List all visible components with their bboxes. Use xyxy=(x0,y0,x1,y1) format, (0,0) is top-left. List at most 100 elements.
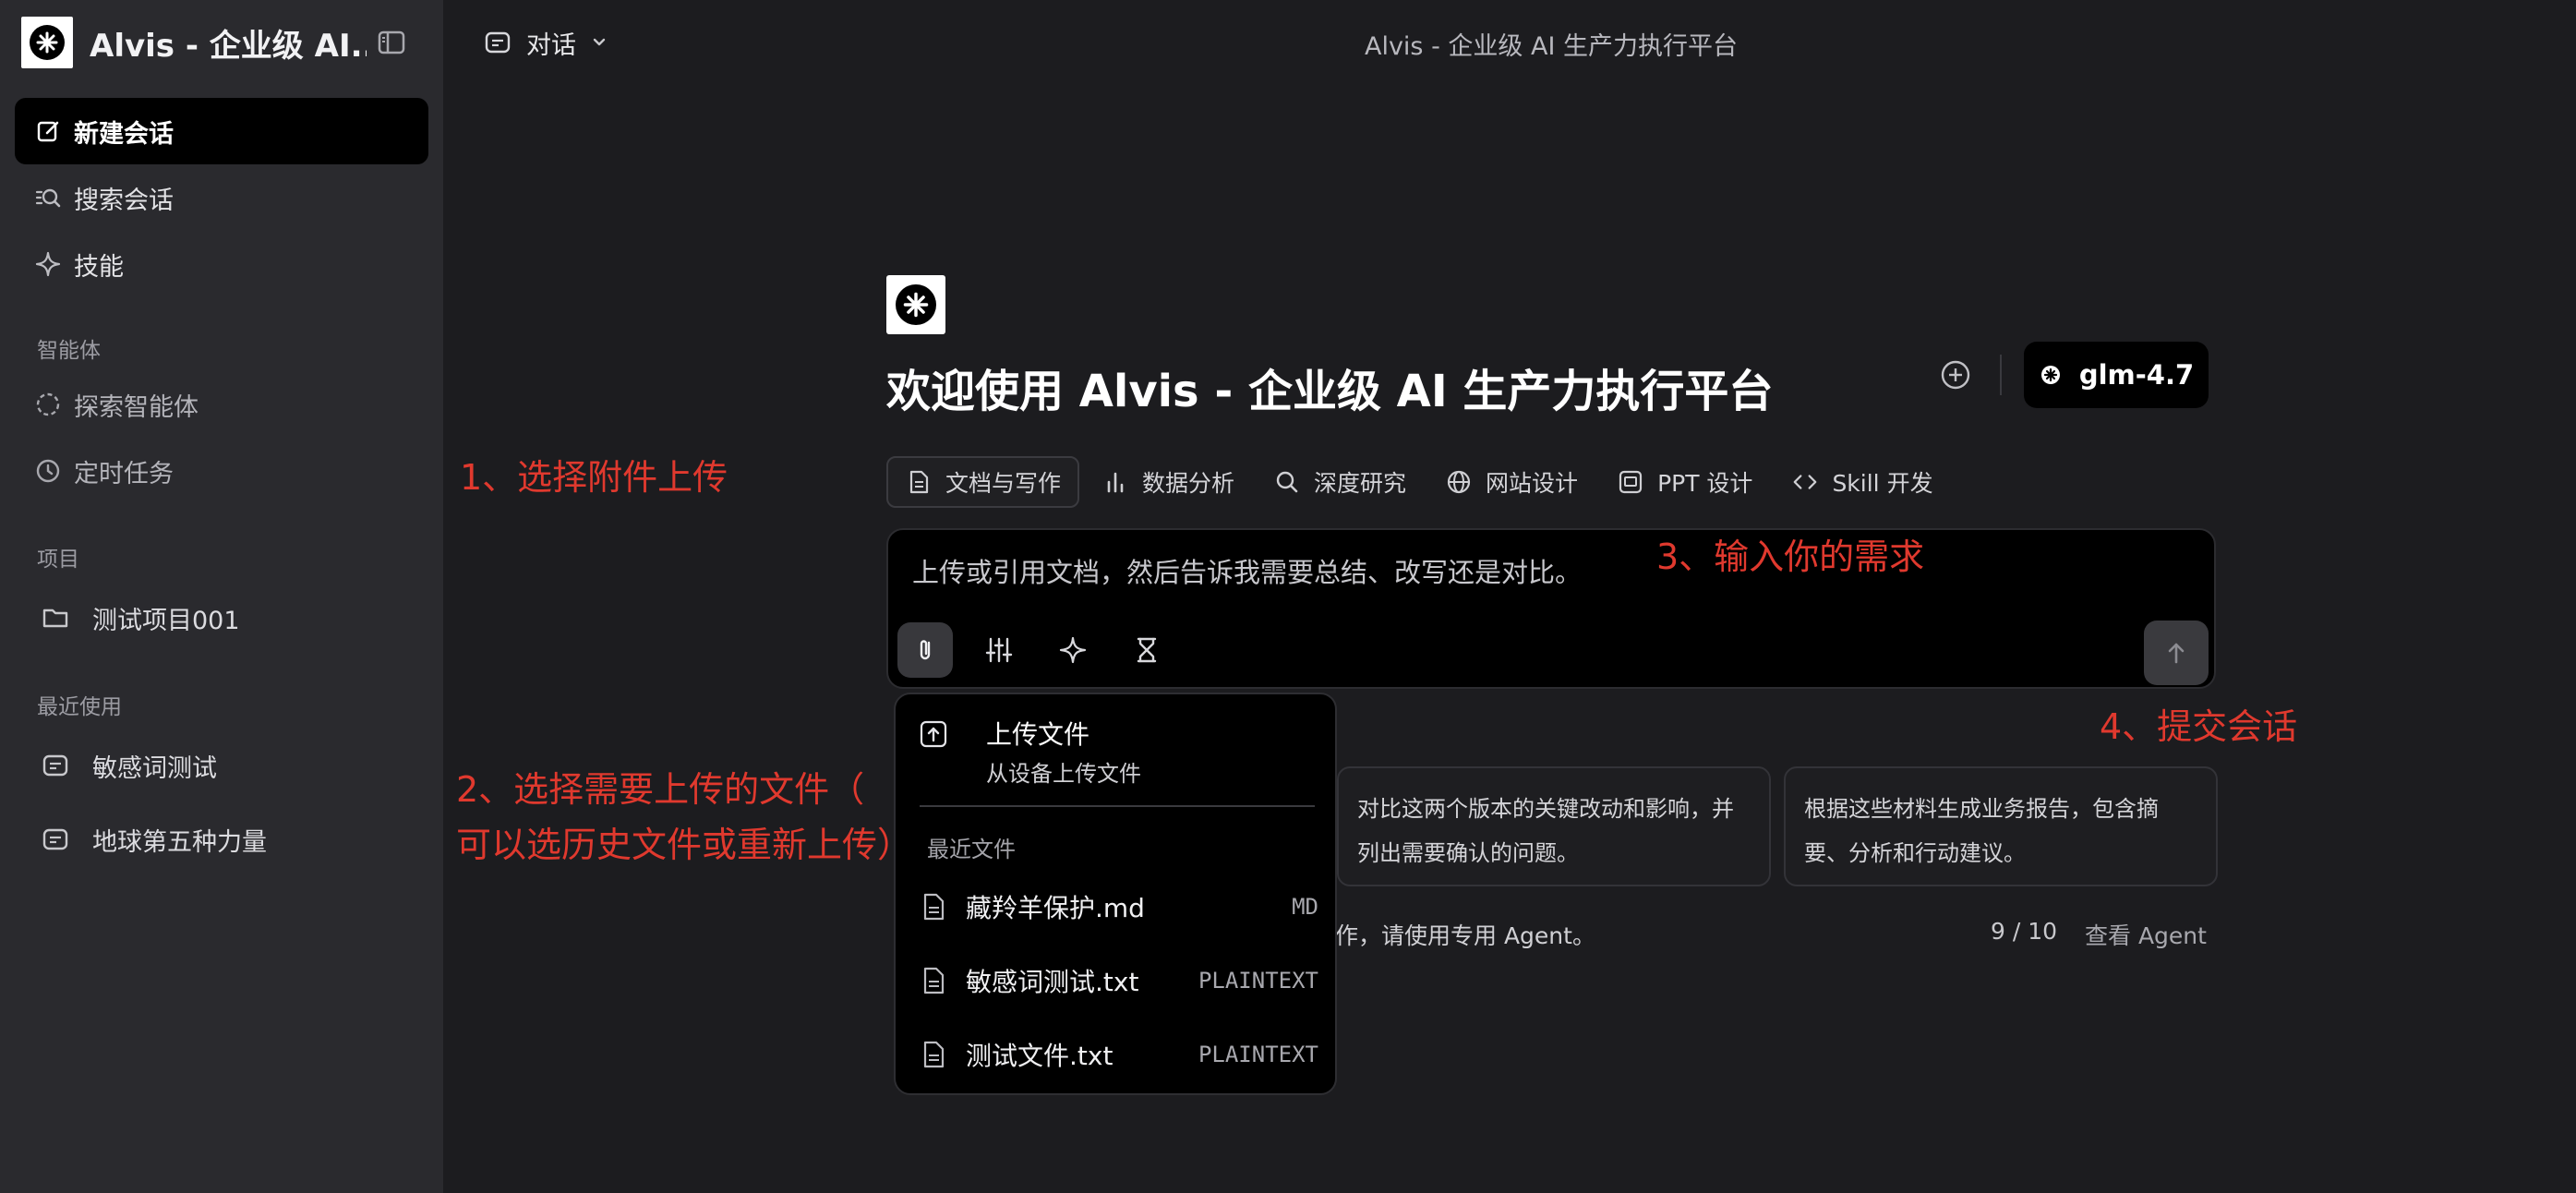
chip-label: PPT 设计 xyxy=(1657,470,1753,497)
recent-label: 地球第五种力量 xyxy=(92,827,267,857)
annotation-step3: 3、输入你的需求 xyxy=(1656,536,1925,577)
sparkle-icon xyxy=(33,249,63,279)
file-icon xyxy=(918,1039,949,1070)
folder-icon xyxy=(39,601,72,634)
settings-sliders-button[interactable] xyxy=(971,622,1027,678)
upload-file-option[interactable]: 上传文件 从设备上传文件 xyxy=(918,715,1315,789)
hourglass-icon xyxy=(1137,637,1157,663)
agent-counter: 9 / 10 xyxy=(1991,918,2058,945)
explore-agents-button[interactable]: 探索智能体 xyxy=(15,371,428,438)
sidebar: Alvis - 企业级 AI... 新建会话 搜索会话 技能 智能体 探索智能体… xyxy=(0,0,443,1193)
suggestion-card[interactable]: 对比这两个版本的关键改动和影响，并列出需要确认的问题。 xyxy=(1337,766,1771,886)
skills-label: 技能 xyxy=(74,252,124,282)
upload-file-subtitle: 从设备上传文件 xyxy=(986,761,1141,787)
globe-icon xyxy=(1445,468,1473,496)
new-chat-label: 新建会话 xyxy=(74,119,174,149)
paperclip-icon xyxy=(920,640,931,660)
document-icon xyxy=(905,468,933,496)
sidebar-recent-item[interactable]: 敏感词测试 xyxy=(24,735,428,796)
prompt-input[interactable] xyxy=(912,554,1743,591)
chip-docs-writing[interactable]: 文档与写作 xyxy=(886,456,1080,508)
welcome-heading: 欢迎使用 Alvis - 企业级 AI 生产力执行平台 xyxy=(886,366,1774,417)
add-circle-icon[interactable] xyxy=(1937,356,1974,393)
skill-button[interactable] xyxy=(1045,622,1101,678)
project-label: 测试项目001 xyxy=(92,606,240,635)
app-logo[interactable] xyxy=(21,17,73,68)
send-button[interactable] xyxy=(2144,621,2209,685)
schedule-button[interactable] xyxy=(1119,622,1174,678)
chip-label: 网站设计 xyxy=(1486,470,1579,497)
recent-files-label: 最近文件 xyxy=(927,837,1016,862)
chevron-down-icon xyxy=(589,32,609,53)
file-name: 藏羚羊保护.md xyxy=(966,893,1145,923)
chip-label: 深度研究 xyxy=(1314,470,1407,497)
footer-note: 作，请使用专用 Agent。 xyxy=(1335,922,1595,949)
model-logo-icon xyxy=(2039,363,2063,387)
file-type: MD xyxy=(1292,894,1318,920)
mode-label: 对话 xyxy=(526,30,576,60)
code-icon xyxy=(1791,468,1819,496)
sidebar-toggle-icon[interactable] xyxy=(376,27,407,58)
recent-section-label: 最近使用 xyxy=(37,695,122,719)
recent-file-item[interactable]: 测试文件.txt PLAINTEXT xyxy=(918,1029,1322,1080)
annotation-step1: 1、选择附件上传 xyxy=(460,457,728,498)
clock-icon xyxy=(33,456,63,486)
annotation-step2-line1: 2、选择需要上传的文件（ xyxy=(456,769,865,810)
search-chat-label: 搜索会话 xyxy=(74,186,174,215)
edit-icon xyxy=(33,116,63,146)
agents-section-label: 智能体 xyxy=(37,339,101,363)
scheduled-tasks-label: 定时任务 xyxy=(74,459,174,488)
chip-web-design[interactable]: 网站设计 xyxy=(1428,456,1595,508)
new-chat-button[interactable]: 新建会话 xyxy=(15,98,428,164)
divider xyxy=(920,805,1315,807)
file-name: 敏感词测试.txt xyxy=(966,967,1139,997)
view-agent-link[interactable]: 查看 Agent xyxy=(2085,918,2207,951)
projects-section-label: 项目 xyxy=(37,548,79,572)
chip-deep-research[interactable]: 深度研究 xyxy=(1257,456,1423,508)
suggestion-card[interactable]: 根据这些材料生成业务报告，包含摘要、分析和行动建议。 xyxy=(1784,766,2218,886)
chip-label: Skill 开发 xyxy=(1832,470,1933,497)
chip-label: 文档与写作 xyxy=(945,470,1062,497)
upload-icon xyxy=(918,718,949,750)
chip-skill-dev[interactable]: Skill 开发 xyxy=(1775,456,1949,508)
sidebar-project-item[interactable]: 测试项目001 xyxy=(24,587,428,648)
bar-chart-icon xyxy=(1101,468,1129,496)
app-title: Alvis - 企业级 AI... xyxy=(90,27,367,65)
page-title: Alvis - 企业级 AI 生产力执行平台 xyxy=(1364,32,1739,61)
model-label: glm-4.7 xyxy=(2078,359,2195,391)
upload-file-title: 上传文件 xyxy=(986,719,1090,750)
sidebar-header: Alvis - 企业级 AI... xyxy=(21,17,422,68)
dashed-circle-icon xyxy=(33,390,63,419)
chip-data-analysis[interactable]: 数据分析 xyxy=(1085,456,1251,508)
file-type: PLAINTEXT xyxy=(1198,968,1318,994)
model-selector-button[interactable]: glm-4.7 xyxy=(2024,342,2209,408)
file-icon xyxy=(918,891,949,922)
sidebar-recent-item[interactable]: 地球第五种力量 xyxy=(24,809,428,870)
chat-bubble-icon xyxy=(39,823,72,856)
sparkle-icon xyxy=(1059,636,1087,664)
arrow-up-icon xyxy=(2168,643,2185,664)
annotation-step2-line2: 可以选历史文件或重新上传） xyxy=(456,825,913,865)
annotation-step4: 4、提交会话 xyxy=(2100,706,2298,747)
recent-label: 敏感词测试 xyxy=(92,753,217,783)
attachment-dropdown: 上传文件 从设备上传文件 最近文件 藏羚羊保护.md MD 敏感词测试.txt … xyxy=(894,693,1337,1095)
file-type: PLAINTEXT xyxy=(1198,1042,1318,1067)
attach-button[interactable] xyxy=(897,622,953,678)
composer xyxy=(886,528,2216,689)
file-name: 测试文件.txt xyxy=(966,1041,1113,1071)
chip-ppt-design[interactable]: PPT 设计 xyxy=(1600,456,1769,508)
file-icon xyxy=(918,965,949,996)
recent-file-item[interactable]: 敏感词测试.txt PLAINTEXT xyxy=(918,955,1322,1006)
scheduled-tasks-button[interactable]: 定时任务 xyxy=(15,438,428,504)
search-chat-button[interactable]: 搜索会话 xyxy=(15,164,428,231)
chat-bubble-icon xyxy=(482,27,513,58)
slides-icon xyxy=(1617,468,1644,496)
skills-button[interactable]: 技能 xyxy=(15,231,428,297)
asterisk-icon xyxy=(903,292,929,318)
divider xyxy=(2000,355,2002,395)
mode-selector[interactable]: 对话 xyxy=(482,22,609,63)
recent-file-item[interactable]: 藏羚羊保护.md MD xyxy=(918,881,1322,933)
hero-logo xyxy=(886,275,945,334)
asterisk-icon xyxy=(36,31,58,54)
category-chips: 文档与写作 数据分析 深度研究 网站设计 PPT 设计 Skill 开发 xyxy=(886,456,1956,508)
